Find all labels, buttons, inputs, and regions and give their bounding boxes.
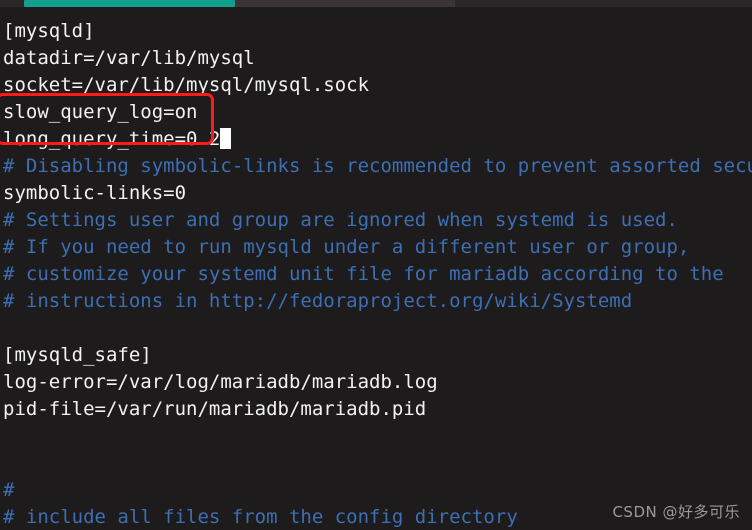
code-line-text: # If you need to run mysqld under a diff… — [3, 236, 690, 258]
code-line-7[interactable]: symbolic-links=0 — [3, 180, 186, 207]
code-line-text: # include all files from the config dire… — [3, 506, 518, 528]
code-line-text: # Disabling symbolic-links is recommende… — [3, 155, 752, 177]
code-line-9[interactable]: # If you need to run mysqld under a diff… — [3, 234, 689, 261]
top-bar-middle-segment — [235, 0, 455, 7]
text-cursor — [220, 128, 232, 149]
code-line-text: long_query_time=0.2 — [3, 128, 221, 150]
csdn-watermark: CSDN @好多可乐 — [612, 503, 740, 521]
code-line-5[interactable]: long_query_time=0.2 — [3, 126, 232, 153]
code-line-13[interactable]: [mysqld_safe] — [3, 342, 152, 369]
code-line-text: log-error=/var/log/mariadb/mariadb.log — [3, 371, 438, 393]
code-line-14[interactable]: log-error=/var/log/mariadb/mariadb.log — [3, 369, 438, 396]
code-line-text: datadir=/var/lib/mysql — [3, 47, 255, 69]
code-line-text: symbolic-links=0 — [3, 182, 187, 204]
code-line-4[interactable]: slow_query_log=on — [3, 99, 197, 126]
code-line-text: pid-file=/var/run/mariadb/mariadb.pid — [3, 398, 427, 420]
code-line-19[interactable]: # include all files from the config dire… — [3, 504, 518, 530]
top-bar-accent-segment — [24, 0, 235, 7]
code-line-text: # customize your systemd unit file for m… — [3, 263, 724, 285]
code-line-8[interactable]: # Settings user and group are ignored wh… — [3, 207, 678, 234]
code-line-18[interactable]: # — [3, 477, 14, 504]
code-line-text: [mysqld] — [3, 20, 95, 42]
top-progress-bar — [0, 0, 752, 7]
top-bar-left-segment — [0, 0, 24, 7]
code-line-text: slow_query_log=on — [3, 101, 198, 123]
code-line-text: # Settings user and group are ignored wh… — [3, 209, 678, 231]
code-line-1[interactable]: [mysqld] — [3, 18, 95, 45]
code-line-text: # instructions in http://fedoraproject.o… — [3, 290, 633, 312]
code-line-15[interactable]: pid-file=/var/run/mariadb/mariadb.pid — [3, 396, 426, 423]
code-line-6[interactable]: # Disabling symbolic-links is recommende… — [3, 153, 752, 180]
code-line-text: # — [3, 479, 15, 501]
code-line-text: [mysqld_safe] — [3, 344, 152, 366]
text-editor-canvas[interactable]: [mysqld] datadir=/var/lib/mysql socket=/va… — [0, 7, 752, 530]
code-line-text: socket=/var/lib/mysql/mysql.sock — [3, 74, 370, 96]
code-line-3[interactable]: socket=/var/lib/mysql/mysql.sock — [3, 72, 369, 99]
code-line-2[interactable]: datadir=/var/lib/mysql — [3, 45, 255, 72]
code-line-11[interactable]: # instructions in http://fedoraproject.o… — [3, 288, 632, 315]
top-bar-right-segment — [455, 0, 752, 7]
code-line-10[interactable]: # customize your systemd unit file for m… — [3, 261, 724, 288]
